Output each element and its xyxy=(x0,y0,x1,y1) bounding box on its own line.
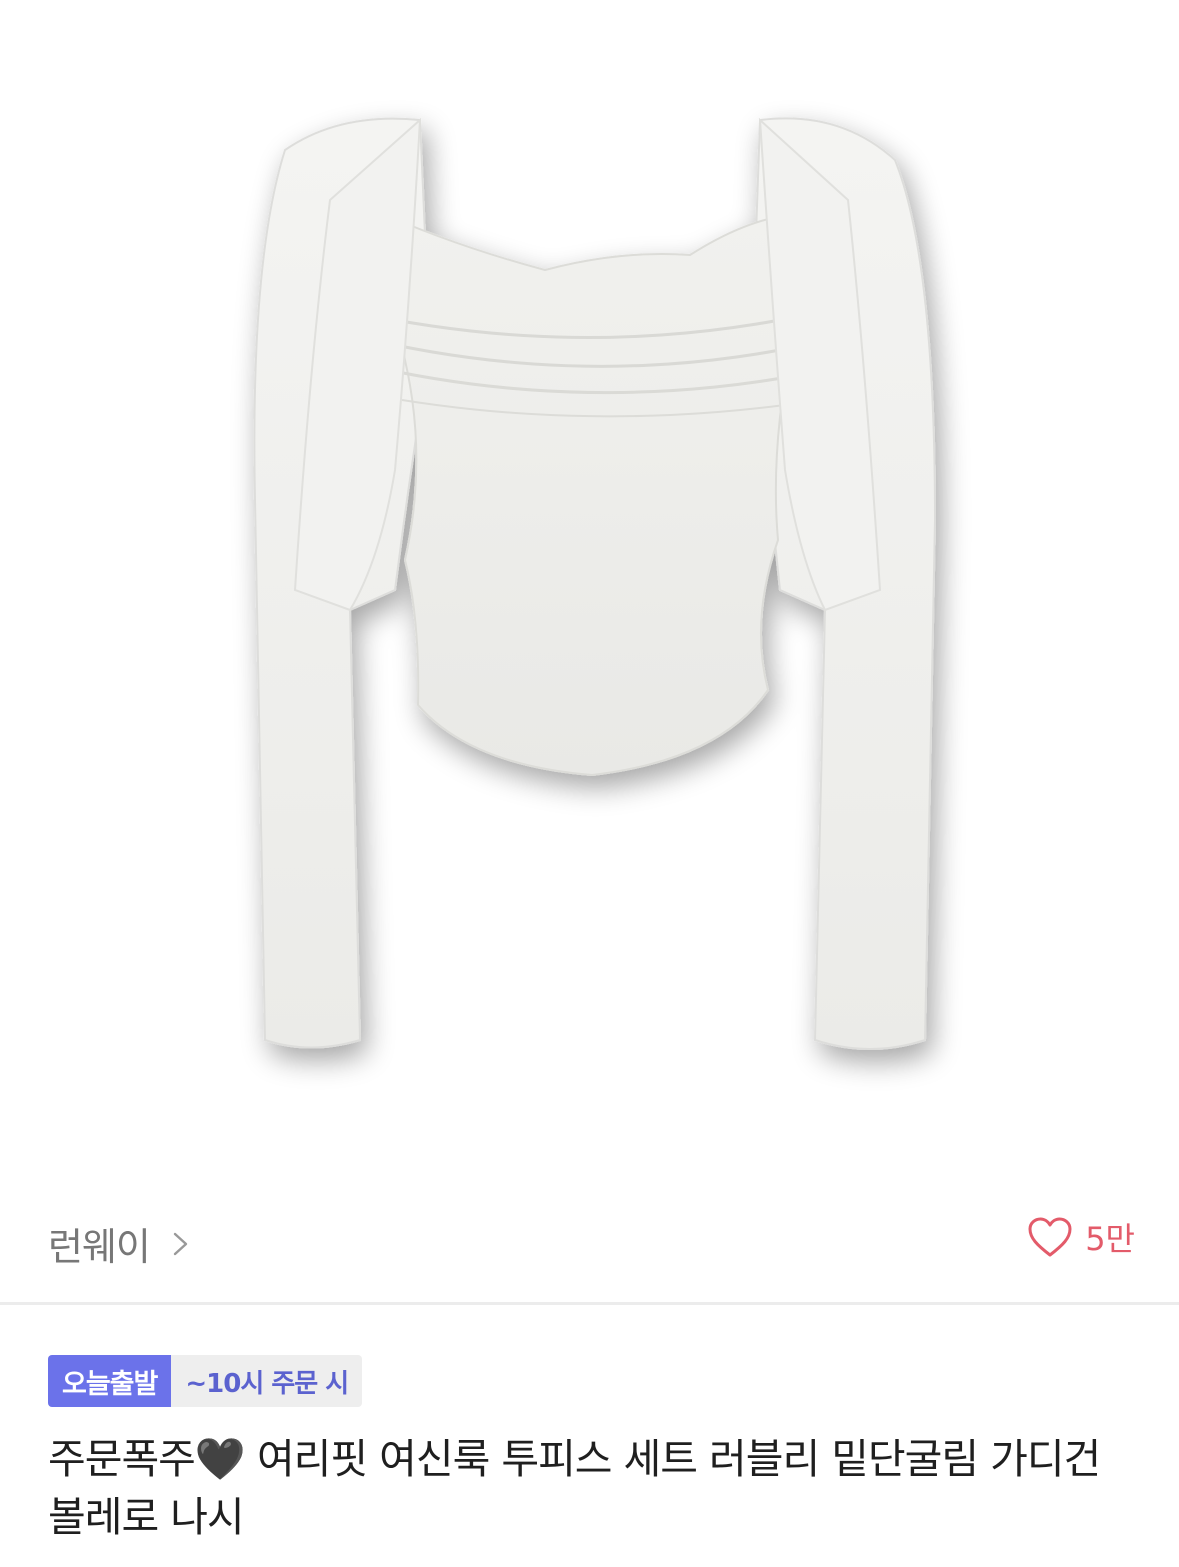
product-photo xyxy=(253,117,937,1050)
delivery-badge-row: 오늘출발 ~10시 주문 시 xyxy=(48,1355,363,1407)
store-link[interactable]: 런웨이 xyxy=(48,1216,190,1271)
like-button[interactable]: 5만 xyxy=(1027,1214,1135,1260)
order-cutoff-label: ~10시 주문 시 xyxy=(171,1355,363,1407)
store-name[interactable]: 런웨이 xyxy=(48,1216,151,1271)
chevron-right-icon xyxy=(172,1231,190,1257)
section-divider xyxy=(0,1302,1179,1305)
product-title: 주문폭주🖤 여리핏 여신룩 투피스 세트 러블리 밑단굴림 가디건 볼레로 나시 xyxy=(48,1435,1101,1541)
like-count: 5만 xyxy=(1085,1220,1135,1258)
store-row: 런웨이 5만 xyxy=(0,1200,1179,1280)
heart-outline-icon[interactable] xyxy=(1027,1216,1073,1258)
product-image[interactable] xyxy=(0,0,1179,1180)
today-shipping-badge: 오늘출발 xyxy=(48,1355,172,1407)
